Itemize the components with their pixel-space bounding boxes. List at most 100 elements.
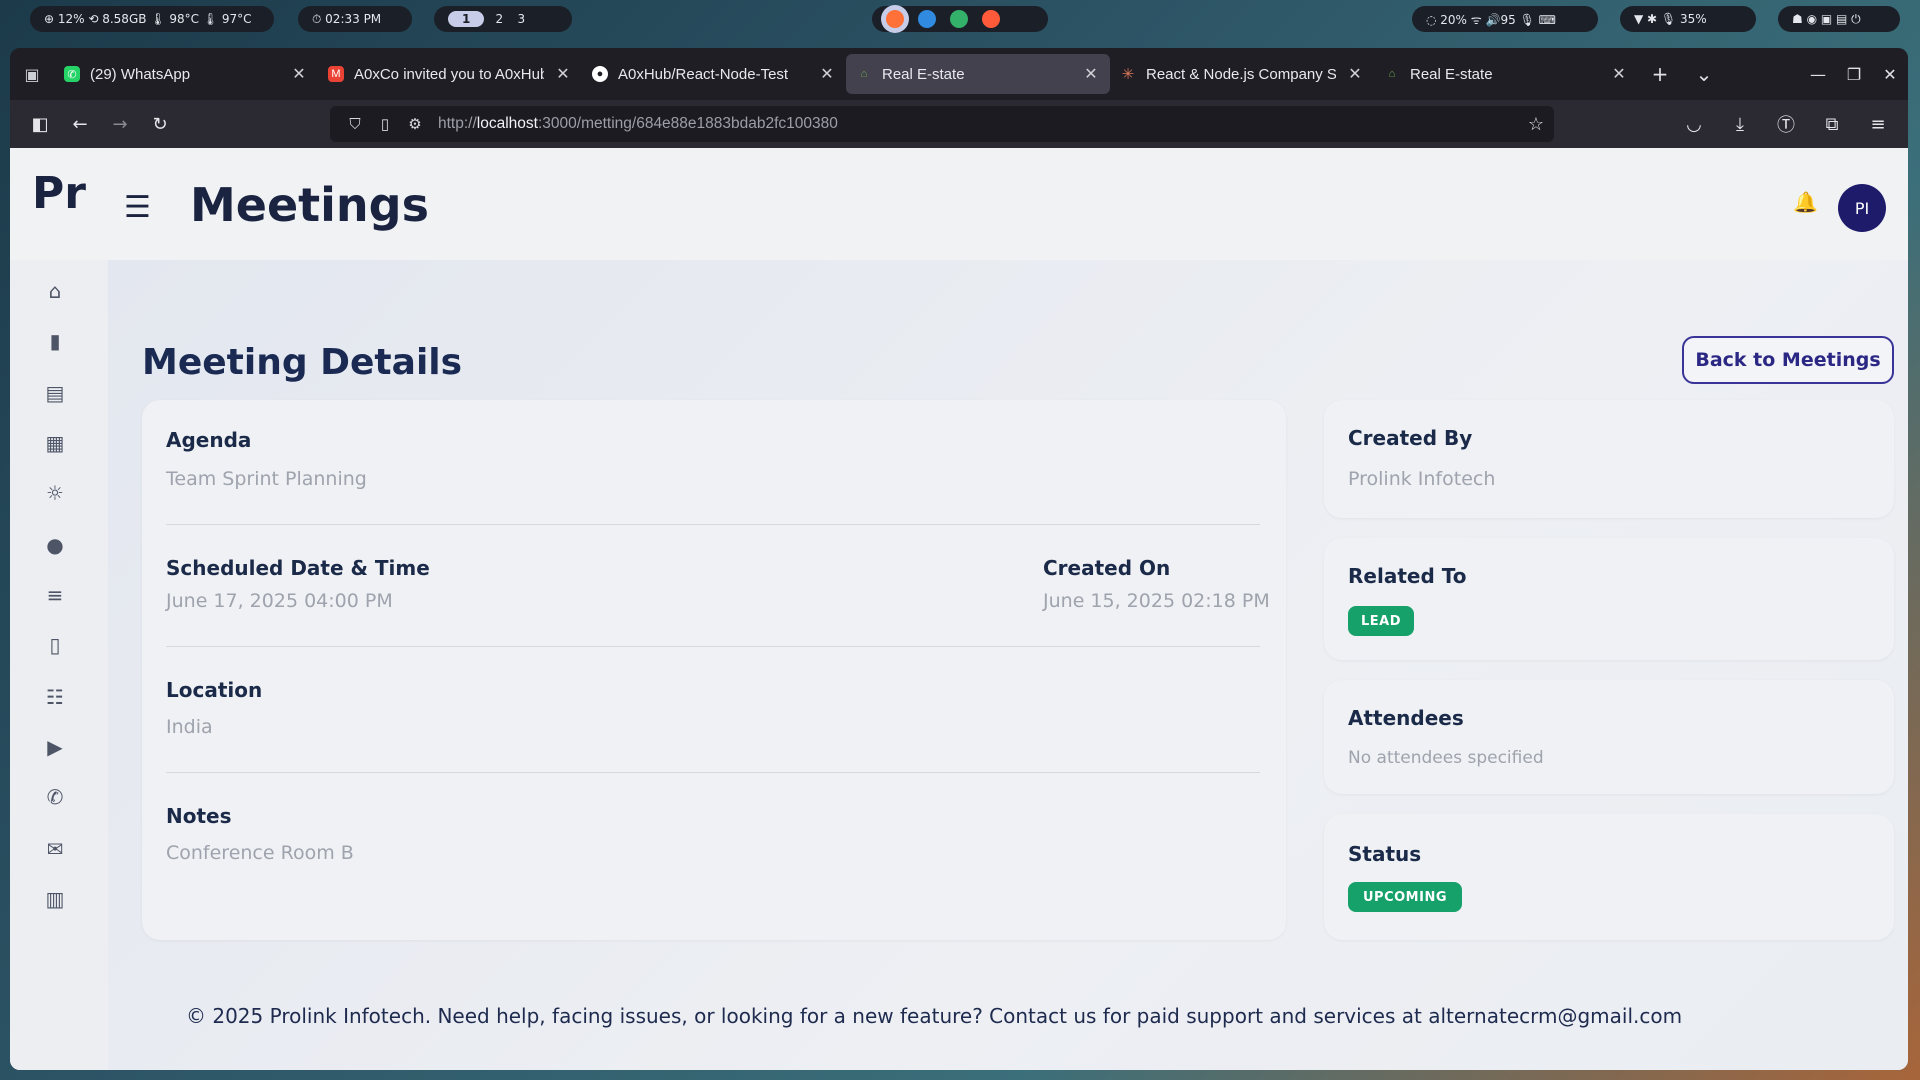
navigation-bar: ◧ ← → ↻ ⛉ ▯ ⚙ http://localhost:3000/mett… bbox=[10, 100, 1908, 148]
related-to-label: Related To bbox=[1348, 564, 1467, 588]
download-icon[interactable]: ⤓ bbox=[1720, 106, 1760, 142]
github-icon: ● bbox=[592, 66, 608, 82]
workspace-2[interactable]: 2 bbox=[492, 12, 506, 26]
firefox-dev-app-icon[interactable] bbox=[982, 10, 1000, 28]
document-icon[interactable]: ▯ bbox=[40, 630, 70, 660]
bar-chart-icon[interactable]: ▮ bbox=[40, 326, 70, 356]
system-stats: ⊕ 12% ⟲ 8.58GB 🌡 98°C 🌡 97°C bbox=[30, 6, 274, 32]
menu-icon[interactable]: ≡ bbox=[1858, 106, 1898, 142]
close-icon[interactable]: ✕ bbox=[1346, 64, 1364, 84]
created-by-value: Prolink Infotech bbox=[1348, 468, 1496, 490]
tab-claude[interactable]: ✳ React & Node.js Company Sho ✕ bbox=[1110, 54, 1374, 94]
workspace-switcher[interactable]: 1 2 3 bbox=[434, 6, 572, 32]
shield-icon[interactable]: ⛉ bbox=[340, 116, 370, 133]
clock-text: ⏱ 02:33 PM bbox=[312, 11, 382, 26]
tab-title: A0xCo invited you to A0xHub bbox=[354, 65, 544, 83]
workspace-3[interactable]: 3 bbox=[514, 12, 528, 26]
firefox-app-icon[interactable] bbox=[886, 10, 904, 28]
tab-list-chevron-icon[interactable]: ⌄ bbox=[1682, 54, 1726, 94]
workspace-1[interactable]: 1 bbox=[448, 11, 485, 27]
avatar[interactable]: PI bbox=[1838, 184, 1886, 232]
tab-title: Real E-state bbox=[1410, 65, 1493, 83]
brand-logo[interactable]: Pr bbox=[32, 168, 86, 219]
network-battery[interactable]: ▼ ✱ 🎙 35% bbox=[1620, 6, 1756, 32]
close-window-icon[interactable]: ✕ bbox=[1872, 65, 1908, 84]
system-tray[interactable]: ◌ 20% ᯤ 🔊95 🎙 ⌨ bbox=[1412, 6, 1598, 32]
network-battery-text: ▼ ✱ 🎙 35% bbox=[1634, 12, 1707, 26]
forward-arrow-icon[interactable]: → bbox=[100, 106, 140, 142]
home-icon[interactable]: ⌂ bbox=[40, 276, 70, 306]
related-to-badge: LEAD bbox=[1348, 606, 1414, 636]
app-favicon-icon: ⌂ bbox=[1388, 68, 1396, 80]
tab-github[interactable]: ● A0xHub/React-Node-Test ✕ bbox=[582, 54, 846, 94]
whatsapp-icon: ✆ bbox=[64, 66, 80, 82]
tab-title: A0xHub/React-Node-Test bbox=[618, 65, 789, 83]
tab-gmail[interactable]: M A0xCo invited you to A0xHub ✕ bbox=[318, 54, 582, 94]
restore-icon[interactable]: ❐ bbox=[1836, 65, 1872, 84]
tab-real-estate-active[interactable]: ⌂ Real E-state ✕ bbox=[846, 54, 1110, 94]
agenda-value: Team Sprint Planning bbox=[166, 468, 367, 490]
tab-bar: ▣ ✆ (29) WhatsApp ✕ M A0xCo invited you … bbox=[10, 48, 1908, 100]
user-icon[interactable]: ● bbox=[40, 530, 70, 560]
video-icon[interactable]: ▶ bbox=[40, 732, 70, 762]
notes-icon[interactable]: ≡ bbox=[40, 580, 70, 610]
notes-label: Notes bbox=[166, 804, 232, 828]
minimize-icon[interactable]: — bbox=[1800, 65, 1836, 84]
menu-toggle-icon[interactable]: ☰ bbox=[124, 190, 151, 225]
url-bar[interactable]: ⛉ ▯ ⚙ http://localhost:3000/metting/684e… bbox=[330, 106, 1554, 142]
gmail-icon: M bbox=[328, 66, 344, 82]
close-icon[interactable]: ✕ bbox=[554, 64, 572, 84]
url-path: :3000/metting/684e88e1883bdab2fc100380 bbox=[537, 115, 838, 132]
tab-title: React & Node.js Company Sho bbox=[1146, 65, 1336, 83]
mongodb-app-icon[interactable] bbox=[950, 10, 968, 28]
contacts-icon[interactable]: ▤ bbox=[40, 378, 70, 408]
attendees-value: No attendees specified bbox=[1348, 748, 1544, 768]
created-by-card: Created By Prolink Infotech bbox=[1324, 400, 1894, 518]
close-icon[interactable]: ✕ bbox=[818, 64, 836, 84]
new-tab-icon[interactable]: + bbox=[1638, 54, 1682, 94]
tab-whatsapp[interactable]: ✆ (29) WhatsApp ✕ bbox=[54, 54, 318, 94]
phone-icon[interactable]: ✆ bbox=[40, 782, 70, 812]
extensions-icon[interactable]: ⧉ bbox=[1812, 106, 1852, 142]
tab-overview-icon[interactable]: ▣ bbox=[10, 54, 54, 94]
location-value: India bbox=[166, 716, 213, 738]
building-icon[interactable]: ▦ bbox=[40, 428, 70, 458]
permissions-icon[interactable]: ⚙ bbox=[400, 115, 430, 133]
back-arrow-icon[interactable]: ← bbox=[60, 106, 100, 142]
created-on-value: June 15, 2025 02:18 PM bbox=[1043, 590, 1270, 612]
tab-real-estate[interactable]: ⌂ Real E-state ✕ bbox=[1374, 54, 1638, 94]
power-menu-text: ☗ ◉ ▣ ▤ ⏻ bbox=[1792, 11, 1861, 26]
divider bbox=[166, 524, 1260, 525]
checklist-icon[interactable]: ☷ bbox=[40, 682, 70, 712]
tab-title: Real E-state bbox=[882, 65, 965, 83]
created-by-label: Created By bbox=[1348, 426, 1473, 450]
bell-icon[interactable]: 🔔 bbox=[1793, 190, 1818, 214]
app-favicon-icon: ⌂ bbox=[860, 68, 868, 80]
account-icon[interactable]: Ⓣ bbox=[1766, 106, 1806, 142]
created-on-label: Created On bbox=[1043, 556, 1171, 580]
bookmark-star-icon[interactable]: ☆ bbox=[1528, 114, 1544, 135]
url-text[interactable]: http://localhost:3000/metting/684e88e188… bbox=[438, 115, 838, 133]
reload-icon[interactable]: ↻ bbox=[140, 106, 180, 142]
page-icon[interactable]: ▯ bbox=[370, 115, 400, 133]
related-to-card: Related To LEAD bbox=[1324, 538, 1894, 660]
power-menu[interactable]: ☗ ◉ ▣ ▤ ⏻ bbox=[1778, 6, 1900, 32]
mail-icon[interactable]: ✉ bbox=[40, 834, 70, 864]
close-icon[interactable]: ✕ bbox=[290, 64, 308, 84]
web-page: Pr ☰ Meetings 🔔 PI ⌂ ▮ ▤ ▦ ☼ ● ≡ ▯ ☷ ▶ ✆… bbox=[10, 148, 1908, 1070]
back-to-meetings-button[interactable]: Back to Meetings bbox=[1682, 336, 1894, 384]
vscode-app-icon[interactable] bbox=[918, 10, 936, 28]
browser-window: ▣ ✆ (29) WhatsApp ✕ M A0xCo invited you … bbox=[10, 48, 1908, 1070]
pocket-icon[interactable]: ◡ bbox=[1674, 106, 1714, 142]
window-controls: — ❐ ✕ bbox=[1800, 48, 1908, 100]
sidebar-toggle-icon[interactable]: ◧ bbox=[20, 106, 60, 142]
close-icon[interactable]: ✕ bbox=[1610, 64, 1628, 84]
url-prefix: http:// bbox=[438, 115, 477, 132]
lightbulb-icon[interactable]: ☼ bbox=[40, 478, 70, 508]
status-label: Status bbox=[1348, 842, 1422, 866]
location-label: Location bbox=[166, 678, 263, 702]
layout-icon[interactable]: ▥ bbox=[40, 884, 70, 914]
system-clock[interactable]: ⏱ 02:33 PM bbox=[298, 6, 412, 32]
close-icon[interactable]: ✕ bbox=[1082, 64, 1100, 84]
system-stats-text: ⊕ 12% ⟲ 8.58GB 🌡 98°C 🌡 97°C bbox=[44, 12, 252, 26]
